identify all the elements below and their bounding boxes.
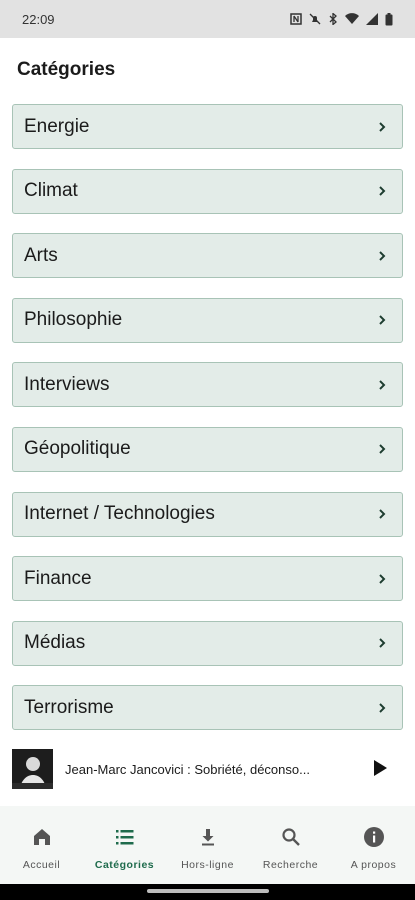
nav-label: Recherche [262, 859, 319, 871]
nav-label: A propos [350, 859, 397, 871]
category-label: Médias [24, 632, 86, 654]
gesture-handle[interactable] [147, 889, 269, 893]
category-item-arts[interactable]: Arts [12, 233, 403, 279]
chevron-right-icon [379, 444, 386, 455]
chevron-right-icon [379, 573, 386, 584]
category-label: Internet / Technologies [24, 503, 215, 525]
chevron-right-icon [379, 250, 386, 261]
category-list: Energie Climat Arts Philosophie Intervie… [12, 104, 403, 750]
nav-label: Hors-ligne [181, 859, 234, 871]
chevron-right-icon [379, 509, 386, 519]
home-icon [33, 829, 50, 845]
search-icon [281, 828, 300, 846]
category-label: Arts [24, 244, 58, 266]
category-label: Terrorisme [24, 696, 114, 718]
episode-thumbnail [12, 749, 53, 789]
nav-item-categories[interactable]: Catégories [83, 826, 166, 871]
bluetooth-icon [329, 13, 337, 25]
category-label: Finance [24, 567, 92, 589]
person-silhouette-image [12, 749, 53, 789]
wifi-icon [345, 13, 359, 24]
category-label: Philosophie [24, 309, 123, 331]
bottom-navigation: Accueil Catégories Hors-ligne Recherche … [0, 806, 415, 884]
play-icon[interactable] [371, 758, 389, 778]
gesture-bar [0, 884, 415, 900]
category-item-energie[interactable]: Energie [12, 104, 403, 149]
chevron-right-icon [379, 315, 386, 325]
download-icon [201, 829, 214, 846]
category-item-terrorisme[interactable]: Terrorisme [12, 685, 403, 731]
category-item-interviews[interactable]: Interviews [12, 362, 403, 408]
chevron-right-icon [379, 638, 386, 648]
signal-icon [366, 13, 378, 25]
info-icon [363, 827, 384, 847]
category-item-geopolitique[interactable]: Géopolitique [12, 426, 403, 472]
chevron-right-icon [379, 121, 386, 132]
category-item-internet-technologies[interactable]: Internet / Technologies [12, 491, 403, 537]
status-bar: 22:09 [0, 0, 415, 38]
battery-icon [385, 12, 393, 25]
category-label: Interviews [24, 373, 110, 395]
chevron-right-icon [379, 380, 386, 390]
category-label: Géopolitique [24, 438, 131, 460]
chevron-right-icon [379, 703, 386, 713]
status-time: 22:09 [22, 11, 55, 27]
nav-item-accueil[interactable]: Accueil [0, 826, 83, 871]
nav-label: Accueil [22, 859, 61, 871]
category-item-medias[interactable]: Médias [12, 620, 403, 666]
list-icon [115, 830, 133, 845]
nfc-icon [290, 13, 302, 25]
nav-item-a-propos[interactable]: A propos [332, 826, 415, 871]
category-item-finance[interactable]: Finance [12, 556, 403, 602]
category-label: Climat [24, 180, 78, 202]
nav-label: Catégories [94, 859, 155, 871]
category-item-philosophie[interactable]: Philosophie [12, 297, 403, 343]
player-title: Jean-Marc Jancovici : Sobriété, déconso.… [65, 761, 310, 777]
category-label: Energie [24, 115, 90, 137]
category-item-climat[interactable]: Climat [12, 168, 403, 214]
page-title: Catégories [17, 59, 116, 80]
status-icons [290, 12, 393, 26]
mini-player[interactable]: Jean-Marc Jancovici : Sobriété, déconso.… [0, 744, 415, 794]
nav-item-hors-ligne[interactable]: Hors-ligne [166, 826, 249, 871]
nav-item-recherche[interactable]: Recherche [249, 826, 332, 871]
mute-icon [309, 13, 321, 25]
chevron-right-icon [379, 186, 386, 196]
